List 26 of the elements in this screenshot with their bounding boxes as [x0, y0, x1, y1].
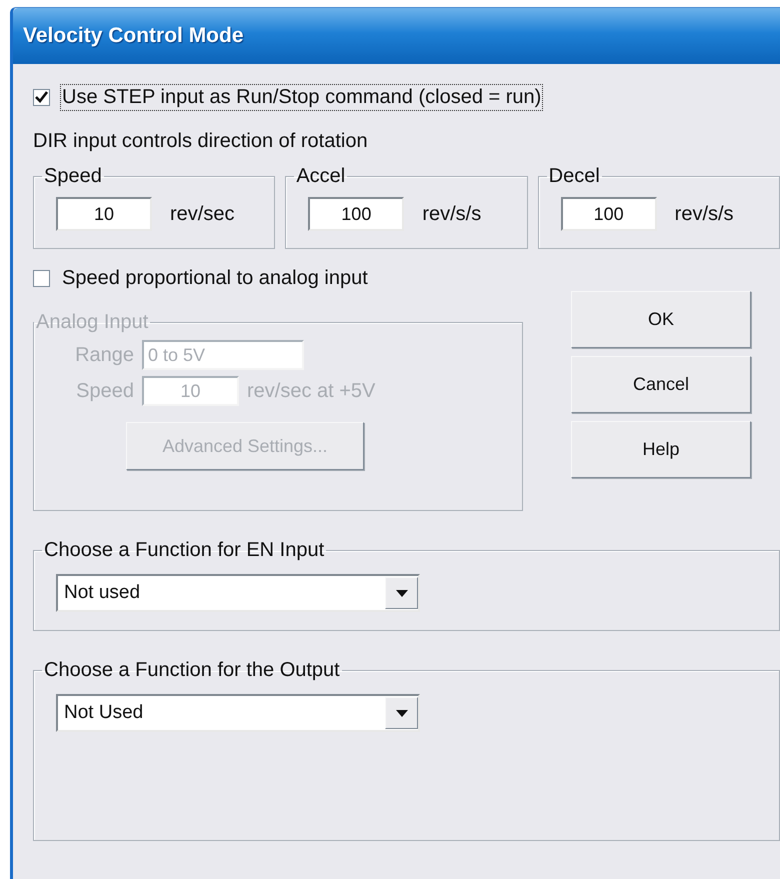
input-field[interactable]: 100 [308, 197, 404, 231]
unit-label: rev/sec at +5V [247, 380, 376, 402]
dialog-button[interactable]: Cancel [571, 356, 751, 413]
group-label: Choose a Function for the Output [43, 659, 341, 682]
unit-label: rev/s/s [422, 202, 482, 226]
checkbox-label[interactable]: Use STEP input as Run/Stop command (closed = run) [62, 86, 542, 108]
group-label: Decel [548, 165, 601, 188]
group-label: Choose a Function for EN Input [43, 539, 326, 562]
dropdown[interactable]: Not used [56, 574, 420, 612]
dialog-button[interactable]: Help [571, 421, 751, 478]
unit-label: rev/s/s [674, 202, 734, 226]
dialog-button[interactable]: OK [571, 291, 751, 348]
input-field[interactable]: 100 [560, 197, 657, 231]
input-field[interactable]: 10 [56, 197, 152, 231]
group-label: Analog Input [35, 311, 150, 334]
window-title: Velocity Control Mode [23, 24, 244, 48]
dropdown[interactable]: Not Used [56, 694, 420, 732]
field-label: Speed [75, 380, 134, 402]
checkbox[interactable] [33, 88, 50, 106]
unit-label: rev/sec [170, 202, 234, 226]
group-label: Speed [43, 165, 103, 188]
info-text: DIR input controls direction of rotation [33, 130, 369, 153]
checkbox[interactable] [33, 270, 50, 286]
checkbox-label[interactable]: Speed proportional to analog input [62, 266, 368, 290]
field-label: Range [74, 344, 134, 366]
group-label: Accel [295, 165, 346, 188]
